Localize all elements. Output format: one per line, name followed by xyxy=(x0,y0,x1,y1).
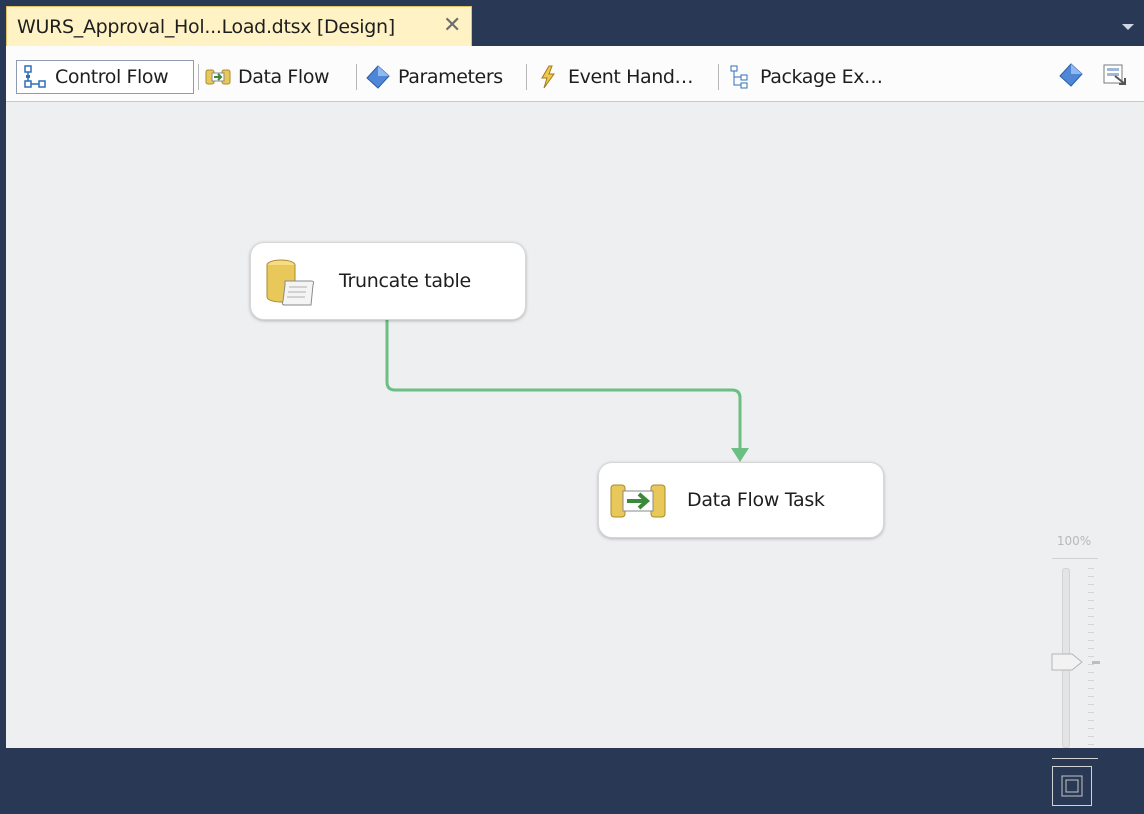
tab-separator xyxy=(198,64,199,90)
zoom-current-mark xyxy=(1092,661,1100,664)
zoom-to-fit-button[interactable] xyxy=(1052,766,1092,806)
window-frame-bottom xyxy=(0,748,1144,754)
variables-icon[interactable] xyxy=(1056,60,1086,90)
precedence-constraint-connector[interactable] xyxy=(6,102,1144,748)
data-flow-icon xyxy=(204,63,232,91)
control-flow-canvas[interactable]: Truncate table Data Flow Task 100% xyxy=(6,102,1144,806)
tab-label: Data Flow xyxy=(238,66,330,88)
tab-separator xyxy=(718,64,719,90)
execute-sql-task-icon xyxy=(263,257,319,315)
tab-data-flow[interactable]: Data Flow xyxy=(200,60,350,94)
chevron-down-icon[interactable] xyxy=(1122,24,1134,30)
tab-parameters[interactable]: Parameters xyxy=(360,60,522,94)
document-tab-strip: WURS_Approval_Hol...Load.dtsx [Design] ✕ xyxy=(0,0,1144,46)
zoom-control: 100% xyxy=(1046,534,1102,814)
zoom-ticks xyxy=(1088,568,1094,748)
tab-label: Event Hand… xyxy=(568,66,694,88)
tab-separator xyxy=(526,64,527,90)
zoom-divider xyxy=(1052,558,1098,559)
document-tab[interactable]: WURS_Approval_Hol...Load.dtsx [Design] ✕ xyxy=(6,6,472,46)
tab-control-flow[interactable]: Control Flow xyxy=(16,60,194,94)
task-label: Truncate table xyxy=(339,270,471,292)
ssis-toolbox-icon[interactable] xyxy=(1100,60,1130,90)
fit-to-window-icon xyxy=(1061,775,1083,797)
tab-label: Control Flow xyxy=(55,66,169,88)
task-data-flow-task[interactable]: Data Flow Task xyxy=(598,462,884,538)
zoom-divider xyxy=(1052,758,1098,759)
zoom-slider-thumb[interactable] xyxy=(1050,650,1086,678)
control-flow-icon xyxy=(21,63,49,91)
event-handlers-icon xyxy=(534,63,562,91)
task-truncate-table[interactable]: Truncate table xyxy=(250,242,526,320)
data-flow-task-icon xyxy=(609,481,669,525)
tab-label: Parameters xyxy=(398,66,503,88)
tab-label: Package Ex… xyxy=(760,66,883,88)
tab-package-explorer[interactable]: Package Ex… xyxy=(722,60,912,94)
close-icon[interactable]: ✕ xyxy=(443,13,461,38)
zoom-level-label: 100% xyxy=(1056,534,1092,548)
document-tab-title: WURS_Approval_Hol...Load.dtsx [Design] xyxy=(17,16,395,38)
tab-separator xyxy=(356,64,357,90)
task-label: Data Flow Task xyxy=(687,489,825,511)
tab-event-handlers[interactable]: Event Hand… xyxy=(530,60,714,94)
designer-tab-bar: Control Flow Data Flow Parameters Event … xyxy=(6,46,1144,102)
package-explorer-icon xyxy=(726,63,754,91)
parameters-icon xyxy=(364,63,392,91)
